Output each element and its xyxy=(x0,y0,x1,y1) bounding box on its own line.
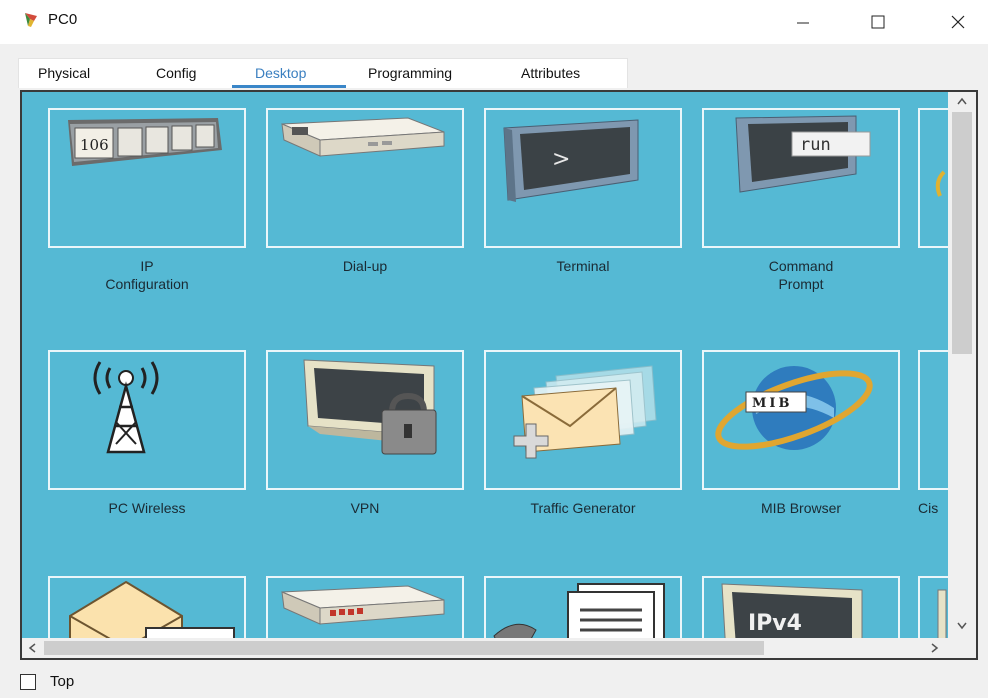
partial-app-icon xyxy=(935,170,946,197)
svg-text:>: > xyxy=(552,147,570,172)
app-label-vpn: VPN xyxy=(350,500,380,516)
app-tile-ipv6[interactable]: IPv4 xyxy=(702,576,900,638)
tab-desktop[interactable]: Desktop xyxy=(255,64,306,86)
terminal-icon: > xyxy=(503,119,639,202)
text-editor-icon xyxy=(493,583,665,638)
svg-text:IPv4: IPv4 xyxy=(748,611,802,636)
chevron-right-icon xyxy=(931,643,939,653)
tab-config[interactable]: Config xyxy=(156,64,196,86)
minimize-icon xyxy=(797,22,809,24)
mib-browser-icon: MIB xyxy=(715,366,873,450)
vertical-scroll-thumb[interactable] xyxy=(952,112,972,354)
desktop-panel: 106 > run IP Configuration Dial-up Termi… xyxy=(20,90,978,660)
command-prompt-icon: run xyxy=(735,115,871,193)
app-label-partial: Cis xyxy=(918,500,939,516)
svg-text:106: 106 xyxy=(80,136,109,154)
tab-physical[interactable]: Physical xyxy=(38,64,90,86)
ipv6-icon: IPv4 xyxy=(721,583,863,638)
maximize-icon xyxy=(871,15,885,29)
app-tile-dial-up[interactable] xyxy=(266,108,464,248)
scrollbar-corner xyxy=(948,638,976,658)
app-tile-email[interactable] xyxy=(48,576,246,638)
packet-tracer-pc-icon xyxy=(25,13,37,27)
scroll-left-button[interactable] xyxy=(22,638,42,658)
app-label-command-prompt: Command Prompt xyxy=(768,258,834,292)
chevron-up-icon xyxy=(957,97,967,105)
app-tile-vpn[interactable] xyxy=(266,350,464,490)
close-button[interactable] xyxy=(935,0,981,44)
active-tab-indicator xyxy=(232,85,346,88)
app-label-terminal: Terminal xyxy=(556,258,610,274)
vpn-lock-icon xyxy=(303,359,437,455)
pppoe-dialer-icon xyxy=(281,585,445,625)
app-tile-partial-2[interactable] xyxy=(918,350,948,490)
app-label-dial-up: Dial-up xyxy=(342,258,388,274)
top-checkbox-label: Top xyxy=(50,673,75,690)
scroll-right-button[interactable] xyxy=(924,638,946,658)
close-icon xyxy=(951,15,965,29)
app-tile-pppoe-dialer[interactable] xyxy=(266,576,464,638)
app-tile-partial-1[interactable] xyxy=(918,108,948,248)
app-tile-terminal[interactable]: > xyxy=(484,108,682,248)
app-tile-mib-browser[interactable]: MIB xyxy=(702,350,900,490)
dial-up-modem-icon xyxy=(281,117,445,157)
window-title: PC0 xyxy=(48,11,78,28)
email-icon xyxy=(69,580,235,638)
tab-attributes[interactable]: Attributes xyxy=(521,64,580,86)
horizontal-scrollbar[interactable] xyxy=(22,638,948,658)
app-tile-pc-wireless[interactable] xyxy=(48,350,246,490)
app-label-ip-configuration: IP Configuration xyxy=(105,258,189,292)
minimize-button[interactable] xyxy=(780,0,826,44)
app-label-pc-wireless: PC Wireless xyxy=(108,500,186,516)
scroll-up-button[interactable] xyxy=(948,92,976,110)
maximize-button[interactable] xyxy=(855,0,901,44)
traffic-generator-icon xyxy=(513,365,657,459)
desktop-app-grid: 106 > run IP Configuration Dial-up Termi… xyxy=(22,92,948,638)
vertical-scrollbar[interactable] xyxy=(948,92,976,638)
app-label-traffic-generator: Traffic Generator xyxy=(530,500,636,516)
chevron-left-icon xyxy=(28,643,36,653)
tab-programming[interactable]: Programming xyxy=(368,64,452,86)
app-tile-traffic-generator[interactable] xyxy=(484,350,682,490)
svg-text:run: run xyxy=(800,135,831,155)
app-tile-partial-3[interactable] xyxy=(918,576,948,638)
top-checkbox[interactable] xyxy=(20,674,36,690)
chevron-down-icon xyxy=(957,622,967,630)
wireless-antenna-icon xyxy=(93,361,159,454)
app-label-mib-browser: MIB Browser xyxy=(760,500,842,516)
app-tile-ip-configuration[interactable]: 106 xyxy=(48,108,246,248)
svg-text:MIB: MIB xyxy=(752,396,792,411)
app-tile-text-editor[interactable] xyxy=(484,576,682,638)
scroll-down-button[interactable] xyxy=(948,616,976,636)
app-tile-command-prompt[interactable]: run xyxy=(702,108,900,248)
partial-app-icon xyxy=(937,589,947,638)
ip-configuration-icon: 106 xyxy=(68,118,222,166)
horizontal-scroll-thumb[interactable] xyxy=(44,641,764,655)
title-bar: PC0 xyxy=(0,0,988,44)
